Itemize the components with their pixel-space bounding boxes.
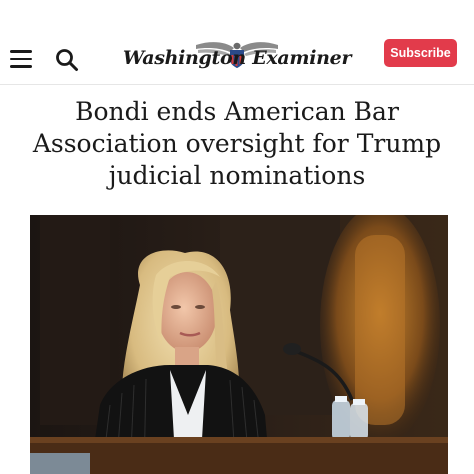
hearing-photo [30,215,448,474]
site-logo[interactable]: Washington Examiner [122,38,352,78]
logo-text: Washington Examiner [122,47,352,69]
header-divider [0,84,474,85]
search-icon[interactable] [54,47,80,73]
article-headline: Bondi ends American Bar Association over… [32,97,442,190]
article-photo[interactable] [30,215,448,474]
hamburger-menu-icon[interactable] [10,50,32,68]
site-header: Washington Examiner Subscribe [0,0,474,100]
subscribe-button[interactable]: Subscribe [384,39,457,67]
